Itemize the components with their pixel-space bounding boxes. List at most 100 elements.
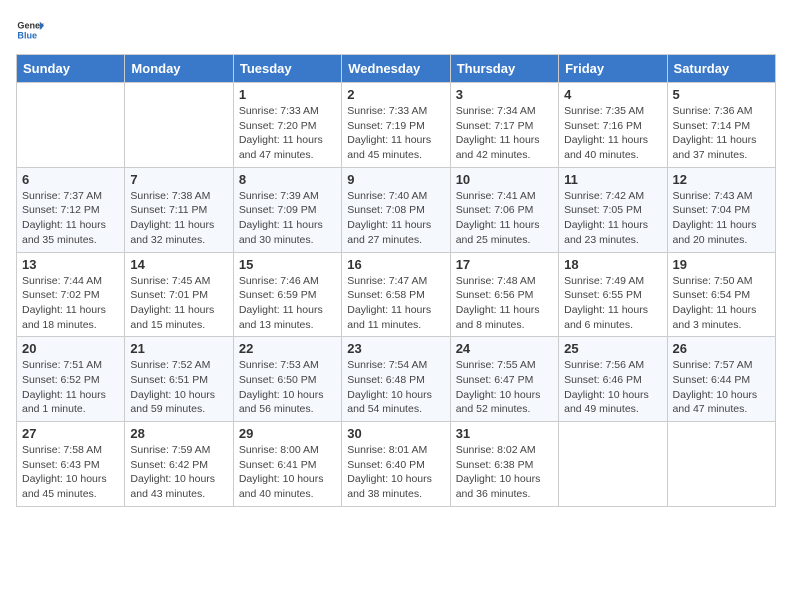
- day-number: 12: [673, 172, 770, 187]
- day-detail: Sunrise: 7:53 AM Sunset: 6:50 PM Dayligh…: [239, 358, 336, 417]
- day-number: 23: [347, 341, 444, 356]
- day-cell: 31 Sunrise: 8:02 AM Sunset: 6:38 PM Dayli…: [450, 422, 558, 507]
- day-detail: Sunrise: 7:35 AM Sunset: 7:16 PM Dayligh…: [564, 104, 661, 163]
- day-number: 11: [564, 172, 661, 187]
- logo: General Blue: [16, 16, 44, 44]
- day-number: 26: [673, 341, 770, 356]
- day-detail: Sunrise: 7:49 AM Sunset: 6:55 PM Dayligh…: [564, 274, 661, 333]
- day-detail: Sunrise: 7:39 AM Sunset: 7:09 PM Dayligh…: [239, 189, 336, 248]
- day-number: 13: [22, 257, 119, 272]
- day-cell: 29 Sunrise: 8:00 AM Sunset: 6:41 PM Dayli…: [233, 422, 341, 507]
- day-detail: Sunrise: 7:52 AM Sunset: 6:51 PM Dayligh…: [130, 358, 227, 417]
- day-detail: Sunrise: 7:44 AM Sunset: 7:02 PM Dayligh…: [22, 274, 119, 333]
- day-detail: Sunrise: 7:41 AM Sunset: 7:06 PM Dayligh…: [456, 189, 553, 248]
- header-row: SundayMondayTuesdayWednesdayThursdayFrid…: [17, 55, 776, 83]
- day-detail: Sunrise: 7:47 AM Sunset: 6:58 PM Dayligh…: [347, 274, 444, 333]
- day-cell: 14Sunrise: 7:45 AM Sunset: 7:01 PM Dayli…: [125, 252, 233, 337]
- day-detail: Sunrise: 7:56 AM Sunset: 6:46 PM Dayligh…: [564, 358, 661, 417]
- day-cell: 13 Sunrise: 7:44 AM Sunset: 7:02 PM Dayli…: [17, 252, 125, 337]
- day-header-sunday: Sunday: [17, 55, 125, 83]
- day-cell: 8 Sunrise: 7:39 AM Sunset: 7:09 PM Daylig…: [233, 167, 341, 252]
- day-detail: Sunrise: 8:01 AM Sunset: 6:40 PM Dayligh…: [347, 443, 444, 502]
- day-header-monday: Monday: [125, 55, 233, 83]
- day-header-friday: Friday: [559, 55, 667, 83]
- day-number: 8: [239, 172, 336, 187]
- day-number: 21: [130, 341, 227, 356]
- logo-icon: General Blue: [16, 16, 44, 44]
- day-cell: 1Sunrise: 7:33 AM Sunset: 7:20 PM Daylig…: [233, 83, 341, 168]
- day-cell: 17 Sunrise: 7:48 AM Sunset: 6:56 PM Dayli…: [450, 252, 558, 337]
- day-number: 31: [456, 426, 553, 441]
- day-number: 18: [564, 257, 661, 272]
- day-cell: 10 Sunrise: 7:41 AM Sunset: 7:06 PM Dayli…: [450, 167, 558, 252]
- day-cell: 12 Sunrise: 7:43 AM Sunset: 7:04 PM Dayli…: [667, 167, 775, 252]
- day-cell: 6Sunrise: 7:37 AM Sunset: 7:12 PM Daylig…: [17, 167, 125, 252]
- day-header-tuesday: Tuesday: [233, 55, 341, 83]
- day-cell: 2Sunrise: 7:33 AM Sunset: 7:19 PM Daylig…: [342, 83, 450, 168]
- day-detail: Sunrise: 7:40 AM Sunset: 7:08 PM Dayligh…: [347, 189, 444, 248]
- day-cell: 25 Sunrise: 7:56 AM Sunset: 6:46 PM Dayli…: [559, 337, 667, 422]
- day-detail: Sunrise: 7:43 AM Sunset: 7:04 PM Dayligh…: [673, 189, 770, 248]
- day-header-saturday: Saturday: [667, 55, 775, 83]
- day-cell: 18 Sunrise: 7:49 AM Sunset: 6:55 PM Dayli…: [559, 252, 667, 337]
- day-detail: Sunrise: 7:51 AM Sunset: 6:52 PM Dayligh…: [22, 358, 119, 417]
- day-number: 30: [347, 426, 444, 441]
- day-cell: 23Sunrise: 7:54 AM Sunset: 6:48 PM Dayli…: [342, 337, 450, 422]
- day-number: 29: [239, 426, 336, 441]
- day-number: 16: [347, 257, 444, 272]
- day-number: 27: [22, 426, 119, 441]
- day-cell: 4 Sunrise: 7:35 AM Sunset: 7:16 PM Daylig…: [559, 83, 667, 168]
- day-number: 9: [347, 172, 444, 187]
- day-header-wednesday: Wednesday: [342, 55, 450, 83]
- day-header-thursday: Thursday: [450, 55, 558, 83]
- day-detail: Sunrise: 7:34 AM Sunset: 7:17 PM Dayligh…: [456, 104, 553, 163]
- week-row-1: 1Sunrise: 7:33 AM Sunset: 7:20 PM Daylig…: [17, 83, 776, 168]
- day-number: 10: [456, 172, 553, 187]
- day-cell: [559, 422, 667, 507]
- day-cell: 3 Sunrise: 7:34 AM Sunset: 7:17 PM Daylig…: [450, 83, 558, 168]
- day-number: 7: [130, 172, 227, 187]
- day-cell: 7 Sunrise: 7:38 AM Sunset: 7:11 PM Daylig…: [125, 167, 233, 252]
- day-detail: Sunrise: 7:46 AM Sunset: 6:59 PM Dayligh…: [239, 274, 336, 333]
- week-row-2: 6Sunrise: 7:37 AM Sunset: 7:12 PM Daylig…: [17, 167, 776, 252]
- day-cell: 30 Sunrise: 8:01 AM Sunset: 6:40 PM Dayli…: [342, 422, 450, 507]
- day-cell: [17, 83, 125, 168]
- day-number: 5: [673, 87, 770, 102]
- day-detail: Sunrise: 7:45 AM Sunset: 7:01 PM Dayligh…: [130, 274, 227, 333]
- day-number: 17: [456, 257, 553, 272]
- day-cell: 24 Sunrise: 7:55 AM Sunset: 6:47 PM Dayli…: [450, 337, 558, 422]
- day-cell: 5 Sunrise: 7:36 AM Sunset: 7:14 PM Daylig…: [667, 83, 775, 168]
- day-number: 24: [456, 341, 553, 356]
- day-detail: Sunrise: 8:00 AM Sunset: 6:41 PM Dayligh…: [239, 443, 336, 502]
- day-detail: Sunrise: 8:02 AM Sunset: 6:38 PM Dayligh…: [456, 443, 553, 502]
- day-cell: 28Sunrise: 7:59 AM Sunset: 6:42 PM Dayli…: [125, 422, 233, 507]
- day-detail: Sunrise: 7:38 AM Sunset: 7:11 PM Dayligh…: [130, 189, 227, 248]
- day-detail: Sunrise: 7:36 AM Sunset: 7:14 PM Dayligh…: [673, 104, 770, 163]
- day-number: 15: [239, 257, 336, 272]
- day-cell: [125, 83, 233, 168]
- day-number: 2: [347, 87, 444, 102]
- week-row-4: 20 Sunrise: 7:51 AM Sunset: 6:52 PM Dayli…: [17, 337, 776, 422]
- day-detail: Sunrise: 7:42 AM Sunset: 7:05 PM Dayligh…: [564, 189, 661, 248]
- day-detail: Sunrise: 7:50 AM Sunset: 6:54 PM Dayligh…: [673, 274, 770, 333]
- day-number: 6: [22, 172, 119, 187]
- day-cell: 21 Sunrise: 7:52 AM Sunset: 6:51 PM Dayli…: [125, 337, 233, 422]
- day-cell: 11 Sunrise: 7:42 AM Sunset: 7:05 PM Dayli…: [559, 167, 667, 252]
- day-cell: 26Sunrise: 7:57 AM Sunset: 6:44 PM Dayli…: [667, 337, 775, 422]
- day-detail: Sunrise: 7:48 AM Sunset: 6:56 PM Dayligh…: [456, 274, 553, 333]
- svg-text:Blue: Blue: [17, 30, 37, 40]
- day-number: 20: [22, 341, 119, 356]
- day-number: 25: [564, 341, 661, 356]
- day-cell: 20 Sunrise: 7:51 AM Sunset: 6:52 PM Dayli…: [17, 337, 125, 422]
- day-number: 3: [456, 87, 553, 102]
- day-number: 4: [564, 87, 661, 102]
- page-header: General Blue: [16, 16, 776, 44]
- week-row-5: 27 Sunrise: 7:58 AM Sunset: 6:43 PM Dayli…: [17, 422, 776, 507]
- day-cell: 9 Sunrise: 7:40 AM Sunset: 7:08 PM Daylig…: [342, 167, 450, 252]
- day-cell: 19Sunrise: 7:50 AM Sunset: 6:54 PM Dayli…: [667, 252, 775, 337]
- day-detail: Sunrise: 7:55 AM Sunset: 6:47 PM Dayligh…: [456, 358, 553, 417]
- day-detail: Sunrise: 7:58 AM Sunset: 6:43 PM Dayligh…: [22, 443, 119, 502]
- day-cell: 16 Sunrise: 7:47 AM Sunset: 6:58 PM Dayli…: [342, 252, 450, 337]
- day-detail: Sunrise: 7:59 AM Sunset: 6:42 PM Dayligh…: [130, 443, 227, 502]
- day-cell: 27 Sunrise: 7:58 AM Sunset: 6:43 PM Dayli…: [17, 422, 125, 507]
